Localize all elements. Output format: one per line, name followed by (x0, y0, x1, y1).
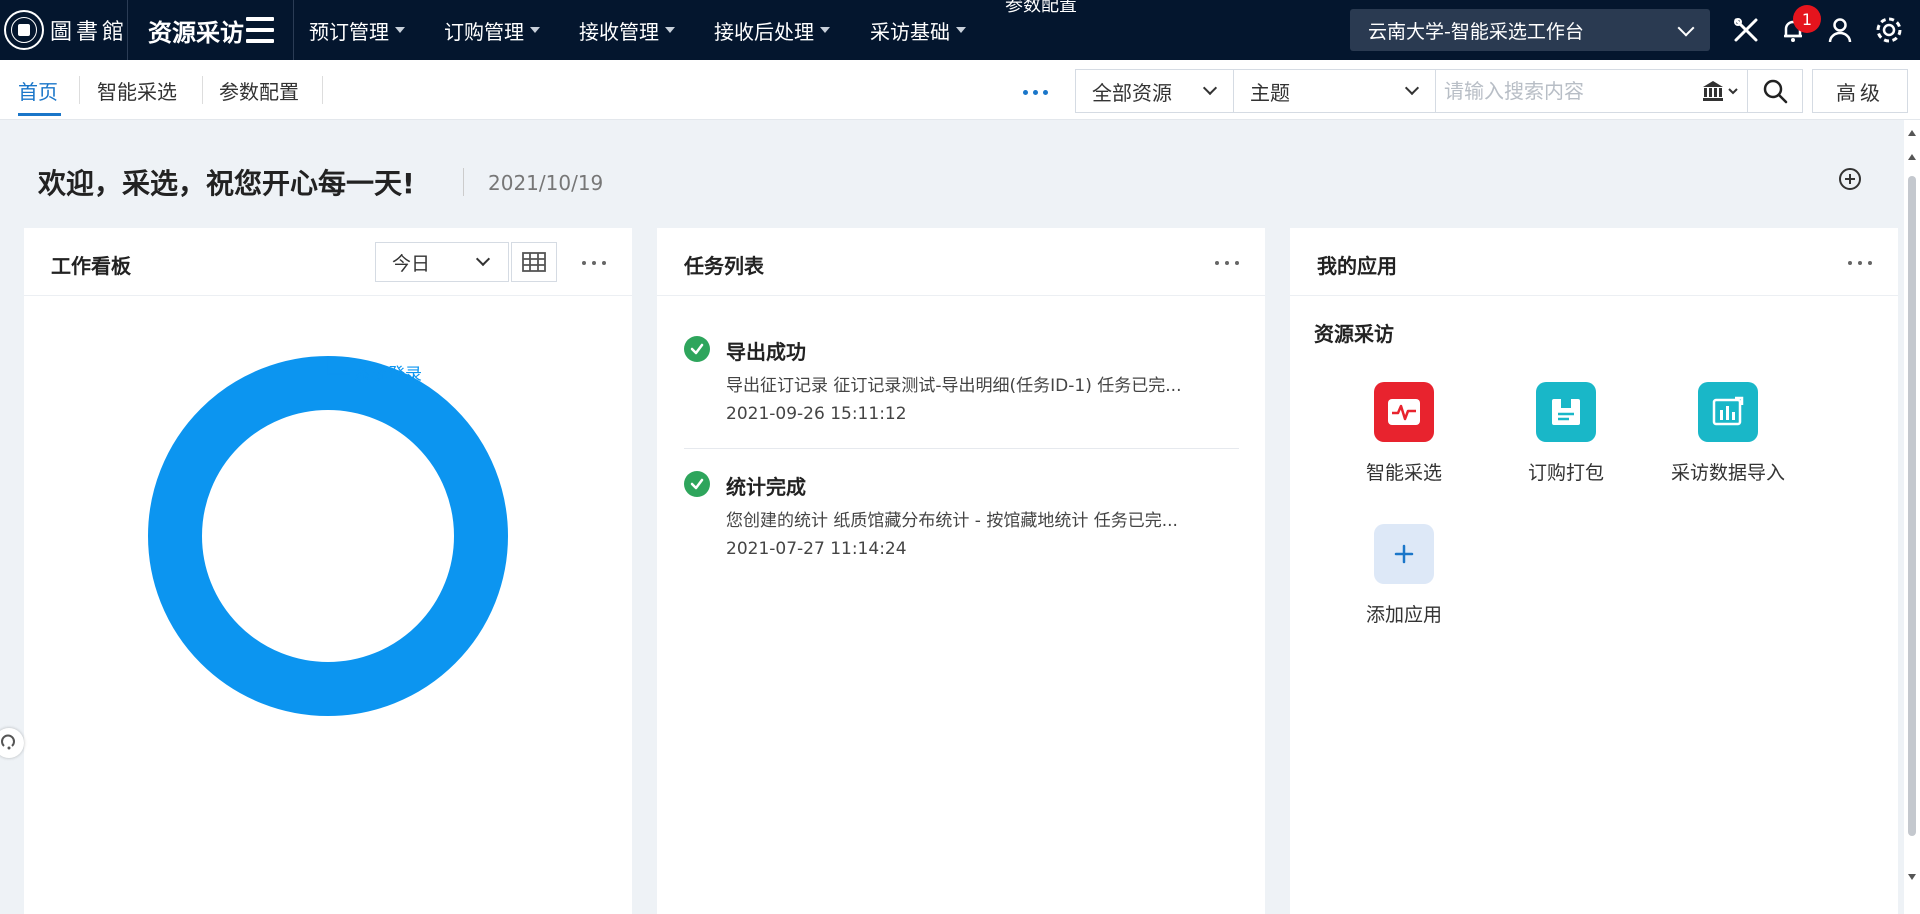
app-group-title: 资源采访 (1314, 322, 1394, 346)
task-description: 导出征订记录 征订记录测试-导出明细(任务ID-1) 任务已完... (726, 376, 1182, 396)
table-view-button[interactable] (511, 242, 557, 282)
more-options-icon[interactable] (582, 261, 606, 265)
search-input[interactable] (1436, 70, 1694, 112)
check-circle-icon (684, 336, 710, 362)
current-date: 2021/10/19 (488, 171, 604, 195)
divider (79, 76, 80, 104)
period-select[interactable]: 今日 (375, 242, 509, 282)
app-smart-selection[interactable]: 智能采选 (1334, 382, 1474, 485)
logo-text: 圖書館 (50, 20, 129, 45)
data-import-icon (1698, 382, 1758, 442)
more-tabs-icon[interactable] (1023, 90, 1048, 95)
app-label: 智能采选 (1365, 462, 1442, 484)
welcome-greeting: 欢迎，采选，祝您开心每一天! (38, 167, 415, 200)
task-title: 统计完成 (726, 475, 806, 499)
task-description: 您创建的统计 纸质馆藏分布统计 - 按馆藏地统计 任务已完... (726, 511, 1178, 531)
page-scrollbar[interactable] (1904, 120, 1920, 914)
workbench-selector[interactable]: 云南大学-智能采选工作台 (1350, 9, 1710, 51)
package-icon (1536, 382, 1596, 442)
user-icon[interactable] (1824, 14, 1856, 46)
app-label: 采访数据导入 (1670, 462, 1785, 484)
divider (322, 76, 323, 104)
my-apps-card: 我的应用 资源采访 智能采选 订购打包 采访数据导入 添加应用 (1290, 228, 1898, 914)
card-title: 工作看板 (51, 254, 131, 278)
chevron-down-icon (1677, 19, 1695, 37)
menu-item-acquisition-basics[interactable]: 采访基础 (870, 0, 966, 60)
scroll-up-icon[interactable] (1908, 130, 1916, 136)
card-title: 任务列表 (684, 254, 764, 278)
dashboard-chart: 系统登录 (24, 296, 632, 914)
scroll-down-icon[interactable] (1908, 874, 1916, 880)
card-title: 我的应用 (1317, 254, 1397, 278)
task-timestamp: 2021-09-26 15:11:12 (726, 404, 907, 424)
app-title: 资源采访 (148, 18, 244, 47)
caret-down-icon (956, 27, 966, 33)
table-icon (522, 252, 546, 272)
app-order-package[interactable]: 订购打包 (1496, 382, 1636, 485)
advanced-search-button[interactable]: 高级 (1812, 69, 1908, 113)
divider (684, 448, 1239, 449)
chevron-down-icon (1404, 80, 1420, 96)
notification-badge: 1 (1793, 5, 1821, 33)
chevron-down-icon (475, 251, 491, 267)
divider (463, 168, 464, 196)
tab-parameter-config[interactable]: 参数配置 (219, 60, 299, 120)
caret-down-icon (530, 27, 540, 33)
feedback-handle-icon[interactable] (0, 728, 24, 758)
add-app-button[interactable]: 添加应用 (1334, 524, 1474, 627)
card-header: 任务列表 (657, 228, 1265, 296)
resource-scope-select[interactable]: 全部资源 (1076, 70, 1234, 112)
search-icon (1763, 79, 1788, 104)
card-header: 我的应用 (1290, 228, 1898, 296)
workbench-label: 云南大学-智能采选工作台 (1368, 20, 1584, 43)
tab-smart-selection[interactable]: 智能采选 (97, 60, 177, 120)
app-data-import[interactable]: 采访数据导入 (1658, 382, 1798, 485)
scroll-up-icon[interactable] (1908, 154, 1916, 160)
check-circle-icon (684, 471, 710, 497)
divider (202, 76, 203, 104)
card-header: 工作看板 今日 (24, 228, 632, 296)
task-title: 导出成功 (726, 340, 806, 364)
hamburger-menu-icon[interactable] (246, 17, 274, 43)
library-seal-icon (4, 10, 44, 50)
donut-chart: 系统登录 (148, 356, 508, 716)
more-options-icon[interactable] (1215, 261, 1239, 265)
submenu-floating-label: 参数配置 (1005, 0, 1077, 16)
library-select-icon[interactable] (1694, 70, 1748, 112)
library-logo[interactable]: 圖書館 (4, 8, 128, 52)
gear-icon[interactable] (1873, 14, 1905, 46)
dashboard-card: 工作看板 今日 系统登录 (24, 228, 632, 914)
active-tab-indicator (18, 113, 61, 116)
search-button[interactable] (1748, 70, 1802, 112)
caret-down-icon (820, 27, 830, 33)
donut-slice[interactable] (148, 356, 508, 716)
menu-item-ordering[interactable]: 订购管理 (444, 0, 540, 60)
add-widget-icon[interactable] (1839, 168, 1861, 190)
caret-down-icon (395, 27, 405, 33)
tab-home[interactable]: 首页 (18, 60, 58, 120)
task-timestamp: 2021-07-27 11:14:24 (726, 539, 907, 559)
more-options-icon[interactable] (1848, 261, 1872, 265)
plus-icon (1374, 524, 1434, 584)
app-label: 添加应用 (1365, 604, 1442, 626)
caret-down-icon (665, 27, 675, 33)
search-field-select[interactable]: 主题 (1234, 70, 1436, 112)
top-navigation-bar: 圖書館 资源采访 预订管理 订购管理 接收管理 接收后处理 采访基础 参数配置 … (0, 0, 1920, 60)
menu-item-receiving[interactable]: 接收管理 (579, 0, 675, 60)
app-label: 订购打包 (1527, 462, 1604, 484)
scrollbar-thumb[interactable] (1908, 176, 1916, 836)
task-list-card: 任务列表 导出成功 导出征订记录 征订记录测试-导出明细(任务ID-1) 任务已… (657, 228, 1265, 914)
donut-slice-label: 系统登录 (354, 365, 422, 385)
divider (293, 0, 294, 60)
menu-item-post-receiving[interactable]: 接收后处理 (714, 0, 830, 60)
pulse-icon (1374, 382, 1434, 442)
menu-item-reservation[interactable]: 预订管理 (309, 0, 405, 60)
divider (127, 0, 128, 60)
tools-icon[interactable] (1730, 14, 1762, 46)
chevron-down-icon (1202, 80, 1218, 96)
search-group: 全部资源 主题 (1075, 69, 1803, 113)
